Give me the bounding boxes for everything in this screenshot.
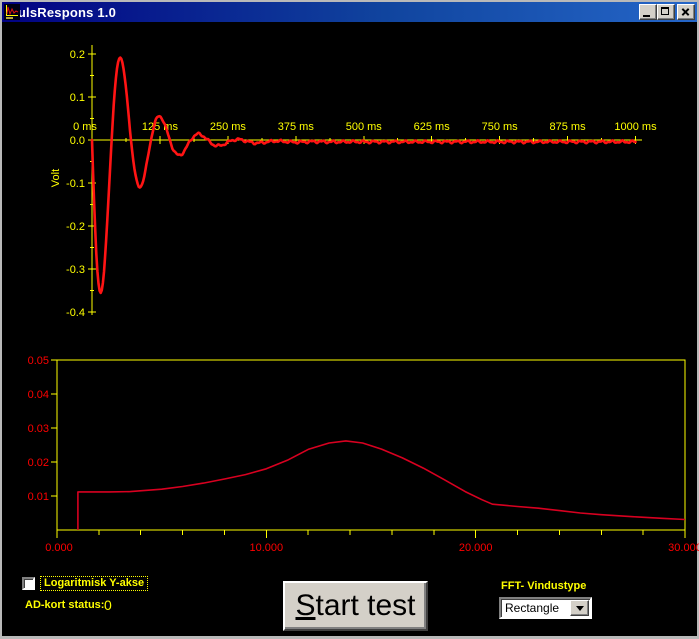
minimize-icon xyxy=(643,15,650,17)
svg-text:0.1: 0.1 xyxy=(70,92,85,104)
logarithmic-y-axis-checkbox[interactable] xyxy=(22,577,35,590)
window-title: PulsRespons 1.0 xyxy=(9,4,117,20)
close-button[interactable] xyxy=(677,4,695,20)
titlebar[interactable]: PulsRespons 1.0 xyxy=(2,2,697,22)
svg-text:-0.3: -0.3 xyxy=(66,264,85,276)
fft-window-type-combobox[interactable]: Rectangle xyxy=(499,597,592,619)
svg-text:0.02: 0.02 xyxy=(28,457,49,469)
ad-card-status-value: 0 xyxy=(104,597,112,613)
svg-text:625 ms: 625 ms xyxy=(414,121,451,133)
svg-text:0.2: 0.2 xyxy=(70,49,85,61)
logarithmic-y-axis-label: Logaritmisk Y-akse xyxy=(40,576,149,591)
svg-text:0.04: 0.04 xyxy=(28,389,49,401)
start-test-button-label: Start test xyxy=(295,589,416,622)
svg-text:0.03: 0.03 xyxy=(28,423,49,435)
fft-window-type-value: Rectangle xyxy=(505,601,560,615)
svg-text:0.05: 0.05 xyxy=(28,355,49,367)
svg-text:0 ms: 0 ms xyxy=(73,121,97,133)
svg-text:875 ms: 875 ms xyxy=(550,121,587,133)
svg-text:1000 ms: 1000 ms xyxy=(614,121,657,133)
frequency-response-chart: 0.01 0.02 0.03 0.04 0.05 0.000 10.000 20.000 30.… xyxy=(28,355,699,554)
maximize-icon xyxy=(661,7,669,15)
svg-text:-0.2: -0.2 xyxy=(66,221,85,233)
combobox-dropdown-button[interactable] xyxy=(570,600,589,616)
svg-text:30.000: 30.000 xyxy=(668,542,699,554)
svg-text:0.01: 0.01 xyxy=(28,491,49,503)
start-test-button[interactable]: Start test xyxy=(283,581,428,631)
svg-text:500 ms: 500 ms xyxy=(346,121,383,133)
svg-text:125 ms: 125 ms xyxy=(142,121,179,133)
svg-text:20.000: 20.000 xyxy=(459,542,493,554)
svg-text:Volt: Volt xyxy=(50,169,62,187)
app-icon xyxy=(4,4,20,20)
svg-text:750 ms: 750 ms xyxy=(482,121,519,133)
maximize-button[interactable] xyxy=(657,4,675,20)
minimize-button[interactable] xyxy=(639,4,657,20)
svg-text:0.000: 0.000 xyxy=(45,542,73,554)
app-window: PulsRespons 1.0 0.2 0.1 0.0 -0.1 -0.2 -0.3 -0.… xyxy=(0,0,699,639)
ad-card-status-label: AD-kort status: xyxy=(25,599,105,611)
svg-text:-0.1: -0.1 xyxy=(66,178,85,190)
svg-text:375 ms: 375 ms xyxy=(278,121,315,133)
impulse-response-chart: 0.2 0.1 0.0 -0.1 -0.2 -0.3 -0.4 0 ms 125 ms 250 m… xyxy=(50,45,657,319)
fft-window-type-label: FFT- Vindustype xyxy=(501,580,587,592)
chevron-down-icon xyxy=(575,605,584,611)
svg-text:10.000: 10.000 xyxy=(250,542,284,554)
svg-text:250 ms: 250 ms xyxy=(210,121,247,133)
svg-text:0.0: 0.0 xyxy=(70,135,85,147)
svg-text:-0.4: -0.4 xyxy=(66,307,85,319)
